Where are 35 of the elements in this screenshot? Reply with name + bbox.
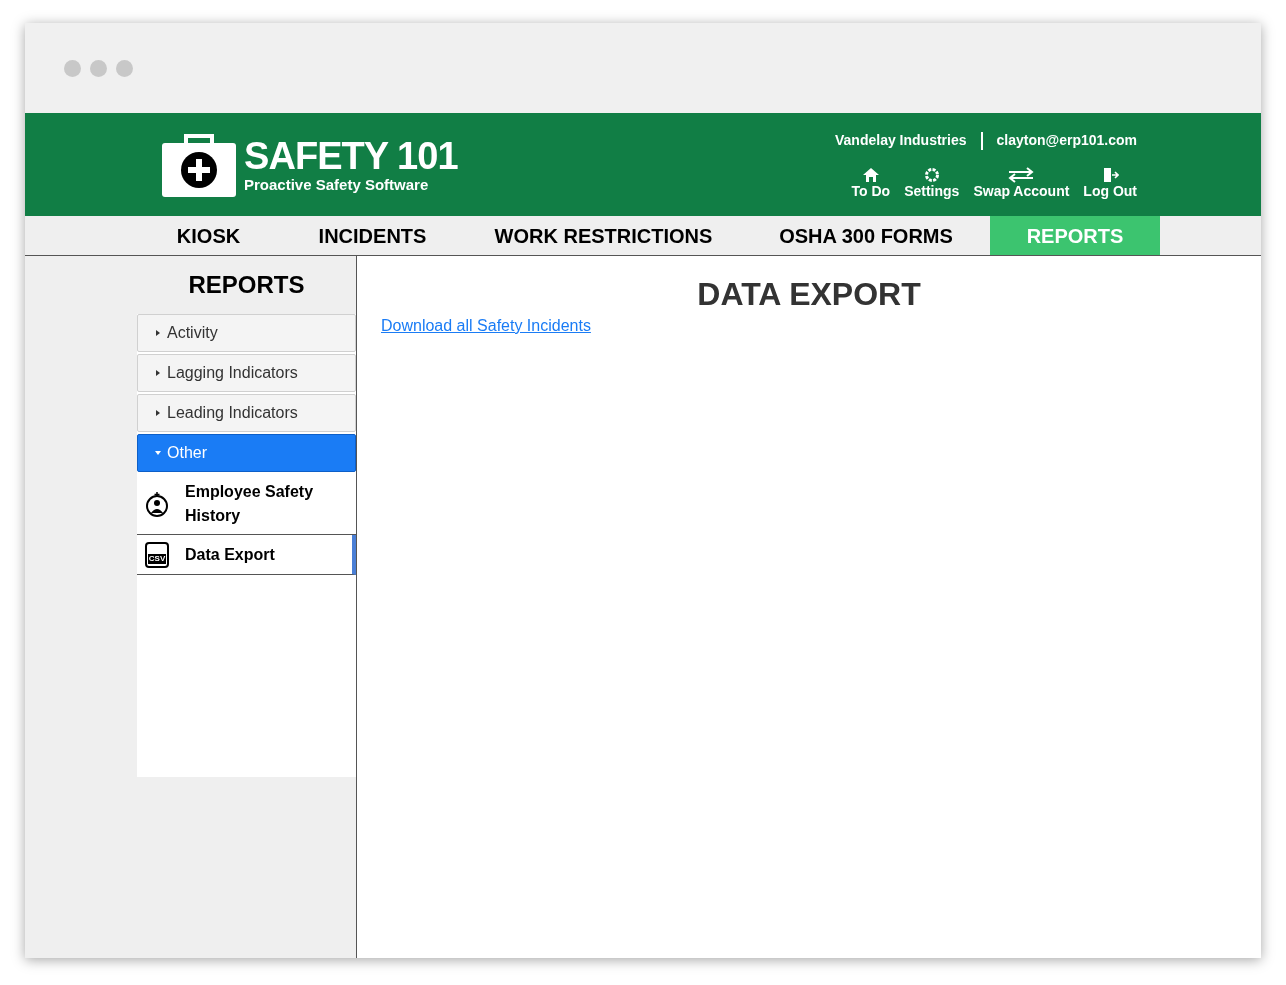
caret-down-icon <box>155 450 161 456</box>
window-control-icon[interactable] <box>90 59 107 77</box>
accordion-header[interactable]: Other <box>137 434 356 472</box>
door-exit-icon <box>1101 167 1120 183</box>
window-control-icon[interactable] <box>64 59 81 77</box>
nav-tab[interactable]: OSHA 300 FORMS <box>742 216 990 255</box>
sidebar-title: REPORTS <box>187 270 306 300</box>
caret-right-icon <box>155 410 161 416</box>
settings-icon <box>922 167 941 183</box>
home-icon <box>861 167 880 183</box>
caret-right-icon <box>155 330 161 336</box>
nav-tab[interactable]: WORK RESTRICTIONS <box>465 216 742 255</box>
company-name: Vandelay Industries <box>835 131 967 150</box>
accordion-header[interactable]: Activity <box>137 314 356 352</box>
person-icon <box>145 491 169 517</box>
accordion-header[interactable]: Leading Indicators <box>137 394 356 432</box>
header-action-button[interactable]: To Do <box>851 167 891 199</box>
header-action-button[interactable]: Swap Account <box>973 167 1070 199</box>
csv-file-icon: CSV <box>145 541 169 568</box>
caret-right-icon <box>155 370 161 376</box>
swap-arrows-icon <box>1007 167 1036 183</box>
logo-title: SAFETY 101 <box>244 135 458 176</box>
user-email: clayton@erp101.com <box>996 131 1137 150</box>
report-link[interactable]: CSV Data Export <box>137 535 356 575</box>
first-aid-kit-icon <box>162 132 236 197</box>
nav-tab[interactable]: INCIDENTS <box>280 216 465 255</box>
nav-tab[interactable]: KIOSK <box>137 216 280 255</box>
accordion-header[interactable]: Lagging Indicators <box>137 354 356 392</box>
logo-subtitle: Proactive Safety Software <box>244 175 430 194</box>
report-link[interactable]: Employee Safety History <box>137 474 356 535</box>
window-control-icon[interactable] <box>116 59 133 77</box>
page-title: DATA EXPORT <box>697 275 921 314</box>
header-action-button[interactable]: Settings <box>904 167 960 199</box>
download-link[interactable]: Download all Safety Incidents <box>381 314 591 338</box>
header-action-button[interactable]: Log Out <box>1083 167 1137 199</box>
